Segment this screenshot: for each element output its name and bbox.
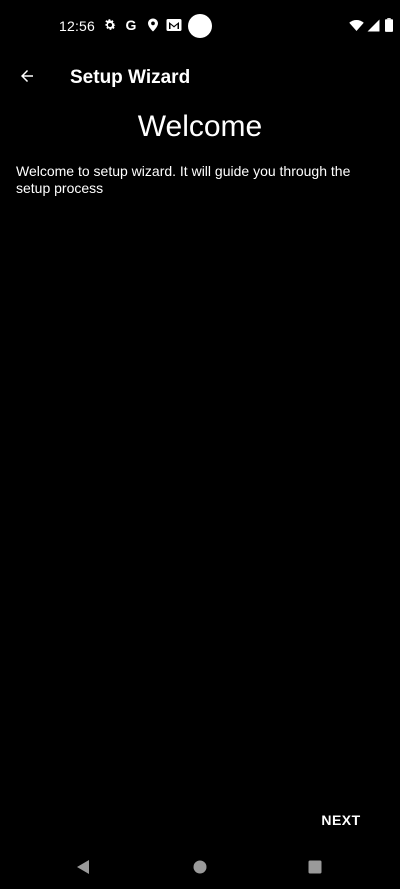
google-icon: G	[125, 17, 137, 33]
app-bar: Setup Wizard	[0, 56, 400, 100]
nav-recents-button[interactable]	[301, 855, 329, 883]
nav-back-button[interactable]	[69, 855, 97, 883]
status-bar: 12:56 G	[0, 0, 400, 52]
nav-home-button[interactable]	[186, 855, 214, 883]
gear-icon	[102, 17, 118, 33]
back-triangle-icon	[76, 859, 90, 880]
cell-signal-icon	[365, 17, 381, 33]
gmail-icon	[166, 17, 182, 33]
welcome-description: Welcome to setup wizard. It will guide y…	[16, 163, 351, 196]
home-circle-icon	[193, 860, 207, 879]
recents-square-icon	[308, 860, 322, 879]
page-title: Setup Wizard	[70, 67, 191, 88]
battery-icon	[381, 17, 397, 33]
camera-cutout	[188, 14, 212, 38]
status-time: 12:56	[59, 18, 96, 34]
welcome-heading: Welcome	[137, 110, 263, 143]
back-button[interactable]	[11, 60, 43, 96]
arrow-left-icon	[18, 67, 36, 90]
next-button[interactable]: NEXT	[316, 806, 366, 834]
location-icon	[145, 17, 161, 33]
system-nav-bar	[0, 845, 400, 889]
wifi-icon	[348, 17, 364, 33]
